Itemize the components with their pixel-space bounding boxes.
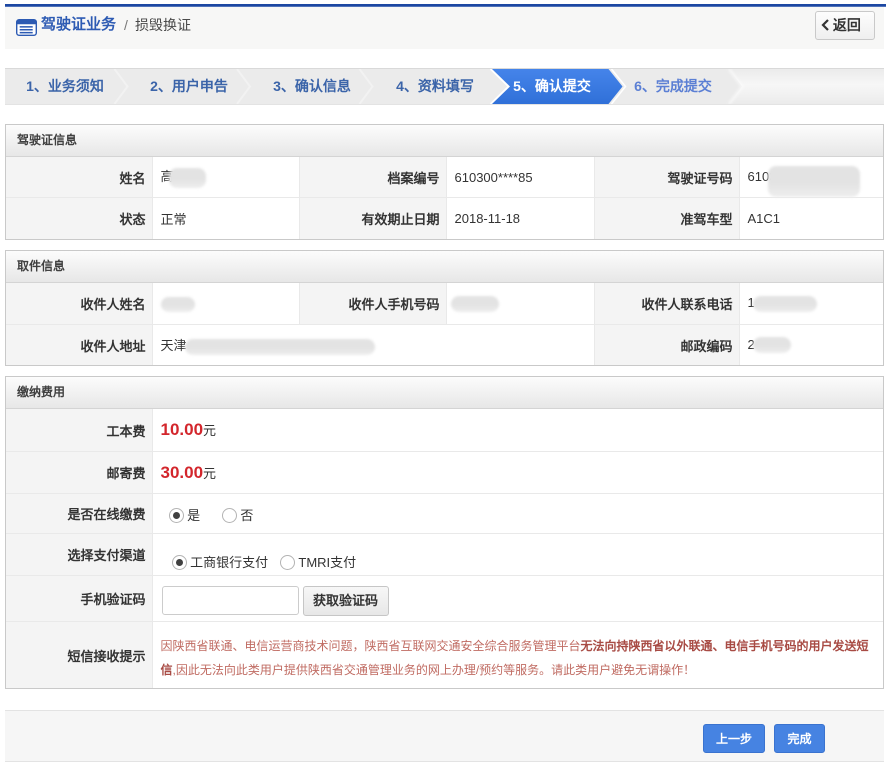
svg-text:3、确认信息: 3、确认信息 bbox=[273, 78, 351, 94]
svg-text:1、业务须知: 1、业务须知 bbox=[26, 78, 104, 94]
svg-text:2、用户申告: 2、用户申告 bbox=[150, 78, 228, 94]
svg-text:6、完成提交: 6、完成提交 bbox=[634, 78, 712, 94]
svg-text:4、资料填写: 4、资料填写 bbox=[396, 78, 474, 94]
svg-text:5、确认提交: 5、确认提交 bbox=[513, 78, 591, 94]
